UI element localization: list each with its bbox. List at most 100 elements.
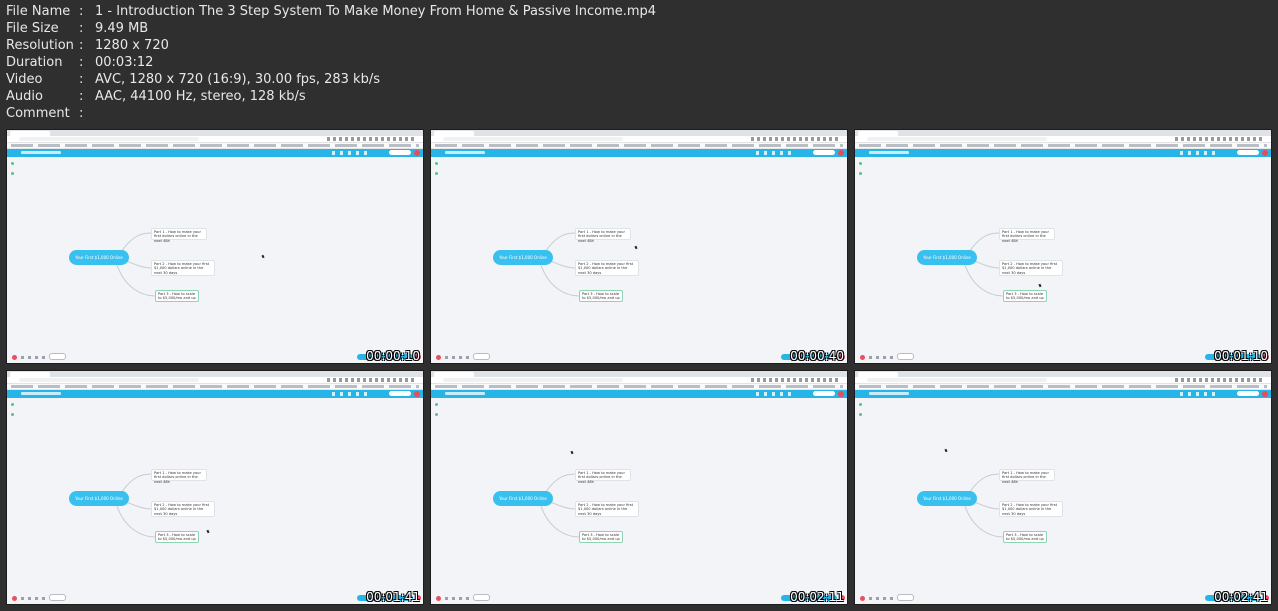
zoom-control xyxy=(897,594,914,601)
video-thumbnail[interactable]: Your First $1,000 Online Part 1 - How to… xyxy=(854,129,1272,364)
video-thumbnail[interactable]: Your First $1,000 Online Part 1 - How to… xyxy=(854,370,1272,605)
bottom-controls xyxy=(436,596,472,601)
mindmap-root-node: Your First $1,000 Online xyxy=(917,491,977,506)
mindmap-node-part-1: Part 1 - How to make your first dollars … xyxy=(151,469,207,484)
info-row-duration: Duration : 00:03:12 xyxy=(6,54,656,71)
connector-line xyxy=(540,264,580,297)
mindmap-connectors xyxy=(116,473,156,538)
info-key: Video xyxy=(6,72,43,87)
mindmap-node-part-1: Part 1 - How to make your first dollars … xyxy=(999,469,1055,484)
thumbnail-timestamp: 00:02:41 xyxy=(1214,590,1268,604)
info-separator: : xyxy=(79,38,84,53)
mindmap-node-part-2: Part 2 - How to make your first $1,000 d… xyxy=(999,260,1063,276)
info-row-comment: Comment : xyxy=(6,105,656,122)
mindmap-root-node: Your First $1,000 Online xyxy=(69,250,129,265)
bottom-controls xyxy=(860,355,896,360)
mindmap-node-part-1: Part 1 - How to make your first dollars … xyxy=(575,228,631,243)
info-row-audio: Audio : AAC, 44100 Hz, stereo, 128 kb/s xyxy=(6,88,656,105)
mindmap-root-node: Your First $1,000 Online xyxy=(493,250,553,265)
mindmap-root-node: Your First $1,000 Online xyxy=(917,250,977,265)
mindmap-node-part-3: Part 3 - How to scale to $5,000/mo and u… xyxy=(155,531,199,543)
undo-redo-icons xyxy=(445,597,471,600)
info-value: 9.49 MB xyxy=(95,21,149,36)
info-key: Audio xyxy=(6,89,43,104)
info-key: File Size xyxy=(6,21,59,36)
info-row-file-size: File Size : 9.49 MB xyxy=(6,20,656,37)
video-thumbnail[interactable]: Your First $1,000 Online Part 1 - How to… xyxy=(6,129,424,364)
zoom-control xyxy=(49,594,66,601)
undo-redo-icons xyxy=(21,597,47,600)
thumbnail-timestamp: 00:00:40 xyxy=(790,349,844,363)
zoom-control xyxy=(897,353,914,360)
info-separator: : xyxy=(79,21,84,36)
zoom-control xyxy=(49,353,66,360)
undo-redo-icons xyxy=(869,597,895,600)
mindmap-node-part-1: Part 1 - How to make your first dollars … xyxy=(575,469,631,484)
thumbnail-timestamp: 00:01:10 xyxy=(1214,349,1268,363)
info-row-video: Video : AVC, 1280 x 720 (16:9), 30.00 fp… xyxy=(6,71,656,88)
info-row-file-name: File Name : 1 - Introduction The 3 Step … xyxy=(6,3,656,20)
info-separator: : xyxy=(79,89,84,104)
mindmap-node-part-1: Part 1 - How to make your first dollars … xyxy=(999,228,1055,243)
mindmap-connectors xyxy=(540,232,580,297)
mindmap-node-part-3: Part 3 - How to scale to $5,000/mo and u… xyxy=(579,290,623,302)
pin-icon xyxy=(860,355,865,360)
thumbnail-grid: Your First $1,000 Online Part 1 - How to… xyxy=(6,129,1272,605)
mindmap-node-part-2: Part 2 - How to make your first $1,000 d… xyxy=(575,260,639,276)
mindmap-node-part-3: Part 3 - How to scale to $5,000/mo and u… xyxy=(579,531,623,543)
info-separator: : xyxy=(79,106,84,121)
undo-redo-icons xyxy=(445,356,471,359)
connector-line xyxy=(964,505,1004,538)
pin-icon xyxy=(12,596,17,601)
undo-redo-icons xyxy=(21,356,47,359)
video-thumbnail[interactable]: Your First $1,000 Online Part 1 - How to… xyxy=(430,370,848,605)
mindmap-root-node: Your First $1,000 Online xyxy=(493,491,553,506)
bottom-controls xyxy=(860,596,896,601)
mindmap-connectors xyxy=(540,473,580,538)
mindmap-node-part-2: Part 2 - How to make your first $1,000 d… xyxy=(575,501,639,517)
pin-icon xyxy=(436,355,441,360)
pin-icon xyxy=(860,596,865,601)
mindmap-connectors xyxy=(964,232,1004,297)
thumbnail-timestamp: 00:01:41 xyxy=(366,590,420,604)
mindmap-node-part-3: Part 3 - How to scale to $5,000/mo and u… xyxy=(1003,290,1047,302)
info-value: 00:03:12 xyxy=(95,55,154,70)
info-value: AAC, 44100 Hz, stereo, 128 kb/s xyxy=(95,89,306,104)
zoom-control xyxy=(473,353,490,360)
thumbnail-timestamp: 00:02:11 xyxy=(790,590,844,604)
bottom-controls xyxy=(12,596,48,601)
info-separator: : xyxy=(79,72,84,87)
mindmap-node-part-2: Part 2 - How to make your first $1,000 d… xyxy=(999,501,1063,517)
file-info-panel: File Name : 1 - Introduction The 3 Step … xyxy=(6,3,656,122)
video-thumbnail[interactable]: Your First $1,000 Online Part 1 - How to… xyxy=(6,370,424,605)
info-key: File Name xyxy=(6,4,71,19)
info-key: Resolution xyxy=(6,38,74,53)
bottom-controls xyxy=(436,355,472,360)
info-value: AVC, 1280 x 720 (16:9), 30.00 fps, 283 k… xyxy=(95,72,380,87)
connector-line xyxy=(540,505,580,538)
zoom-control xyxy=(473,594,490,601)
bottom-controls xyxy=(12,355,48,360)
pin-icon xyxy=(436,596,441,601)
pin-icon xyxy=(12,355,17,360)
info-row-resolution: Resolution : 1280 x 720 xyxy=(6,37,656,54)
mindmap-connectors xyxy=(116,232,156,297)
info-separator: : xyxy=(79,4,84,19)
mindmap-connectors xyxy=(964,473,1004,538)
mindmap-node-part-3: Part 3 - How to scale to $5,000/mo and u… xyxy=(1003,531,1047,543)
mindmap-node-part-2: Part 2 - How to make your first $1,000 d… xyxy=(151,260,215,276)
connector-line xyxy=(116,505,156,538)
video-thumbnail[interactable]: Your First $1,000 Online Part 1 - How to… xyxy=(430,129,848,364)
mindmap-root-node: Your First $1,000 Online xyxy=(69,491,129,506)
info-value: 1280 x 720 xyxy=(95,38,169,53)
thumbnail-timestamp: 00:00:10 xyxy=(366,349,420,363)
undo-redo-icons xyxy=(869,356,895,359)
mindmap-node-part-3: Part 3 - How to scale to $5,000/mo and u… xyxy=(155,290,199,302)
info-key: Comment xyxy=(6,106,70,121)
info-key: Duration xyxy=(6,55,63,70)
connector-line xyxy=(116,264,156,297)
info-value: 1 - Introduction The 3 Step System To Ma… xyxy=(95,4,657,19)
info-separator: : xyxy=(79,55,84,70)
mindmap-node-part-1: Part 1 - How to make your first dollars … xyxy=(151,228,207,243)
mindmap-node-part-2: Part 2 - How to make your first $1,000 d… xyxy=(151,501,215,517)
